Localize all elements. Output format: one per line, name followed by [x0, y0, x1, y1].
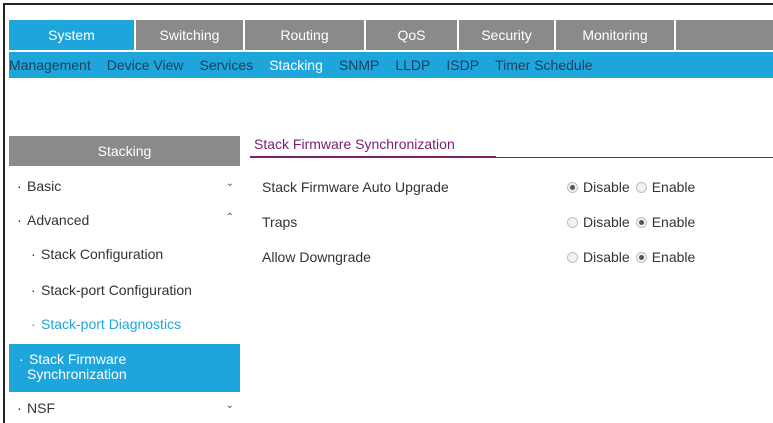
setting-label-allow-downgrade: Allow Downgrade — [262, 249, 371, 265]
tab-switching[interactable]: Switching — [136, 20, 245, 50]
auto-upgrade-disable-radio[interactable] — [567, 181, 578, 193]
traps-disable-radio[interactable] — [567, 216, 578, 228]
allow-downgrade-radio-group: Disable Enable — [567, 249, 701, 265]
traps-enable-radio[interactable] — [635, 216, 647, 228]
sidebar-item-label: Basic — [27, 178, 62, 194]
bullet-icon: · — [31, 246, 36, 262]
radio-label: Enable — [651, 214, 696, 230]
subtab-services[interactable]: Services — [192, 57, 262, 73]
allow-downgrade-disable-radio[interactable] — [567, 251, 578, 263]
sidebar-item-basic[interactable]: · Basic ⌄ — [9, 178, 240, 194]
tab-system[interactable]: System — [9, 20, 136, 50]
sidebar-item-label: Stack-port Diagnostics — [41, 316, 182, 332]
sidebar-item-text: Stack Firmware Synchronization — [27, 351, 127, 382]
sidebar-item-label: Stack Configuration — [41, 246, 164, 262]
subtab-stacking[interactable]: Stacking — [261, 57, 331, 73]
top-nav: System Switching Routing QoS Security Mo… — [9, 20, 773, 50]
sidebar-item-label: Advanced — [27, 212, 90, 228]
title-underline — [250, 156, 496, 158]
tab-routing[interactable]: Routing — [245, 20, 366, 50]
sidebar-item-stack-port-configuration[interactable]: · Stack-port Configuration — [9, 282, 240, 298]
radio-label: Enable — [651, 249, 696, 265]
tab-overflow — [676, 20, 773, 50]
radio-label: Disable — [583, 214, 630, 230]
traps-radio-group: Disable Enable — [567, 214, 701, 230]
sidebar-item-nsf[interactable]: · NSF ⌄ — [9, 400, 240, 416]
chevron-down-icon[interactable]: ⌄ — [226, 178, 234, 189]
title-divider — [496, 157, 773, 158]
page-title: Stack Firmware Synchronization — [254, 136, 455, 152]
radio-label: Disable — [583, 249, 630, 265]
bullet-icon: · — [31, 316, 36, 332]
sub-nav: Management Device View Services Stacking… — [9, 52, 773, 78]
sidebar-header: Stacking — [9, 136, 240, 166]
sidebar-item-stack-port-diagnostics[interactable]: · Stack-port Diagnostics — [9, 316, 240, 332]
chevron-up-icon[interactable]: ⌃ — [226, 212, 234, 223]
sidebar-item-label: · Stack Firmware Synchronization — [19, 351, 167, 382]
sidebar-item-stack-firmware-synchronization[interactable]: · Stack Firmware Synchronization — [9, 344, 240, 392]
allow-downgrade-enable-radio[interactable] — [635, 251, 647, 263]
bullet-icon: · — [17, 178, 22, 194]
bullet-icon: · — [17, 212, 22, 228]
sidebar-item-label: NSF — [27, 400, 55, 416]
radio-label: Disable — [583, 179, 630, 195]
radio-label: Enable — [651, 179, 696, 195]
setting-label-auto-upgrade: Stack Firmware Auto Upgrade — [262, 179, 449, 195]
subtab-isdp[interactable]: ISDP — [438, 57, 487, 73]
subtab-snmp[interactable]: SNMP — [331, 57, 387, 73]
subtab-device-view[interactable]: Device View — [99, 57, 192, 73]
auto-upgrade-radio-group: Disable Enable — [567, 179, 701, 195]
sidebar-item-advanced[interactable]: · Advanced ⌃ — [9, 212, 240, 228]
sidebar-item-label: Stack-port Configuration — [41, 282, 192, 298]
tab-qos[interactable]: QoS — [366, 20, 459, 50]
auto-upgrade-enable-radio[interactable] — [635, 181, 647, 193]
chevron-down-icon[interactable]: ⌄ — [226, 400, 234, 411]
bullet-icon: · — [17, 400, 22, 416]
setting-label-traps: Traps — [262, 214, 298, 230]
tab-monitoring[interactable]: Monitoring — [556, 20, 676, 50]
tab-security[interactable]: Security — [459, 20, 556, 50]
bullet-icon: · — [31, 282, 36, 298]
sidebar-item-stack-configuration[interactable]: · Stack Configuration — [9, 246, 240, 262]
subtab-lldp[interactable]: LLDP — [387, 57, 438, 73]
subtab-timer-schedule[interactable]: Timer Schedule — [487, 57, 601, 73]
bullet-icon: · — [19, 351, 24, 367]
subtab-management[interactable]: Management — [9, 57, 99, 73]
